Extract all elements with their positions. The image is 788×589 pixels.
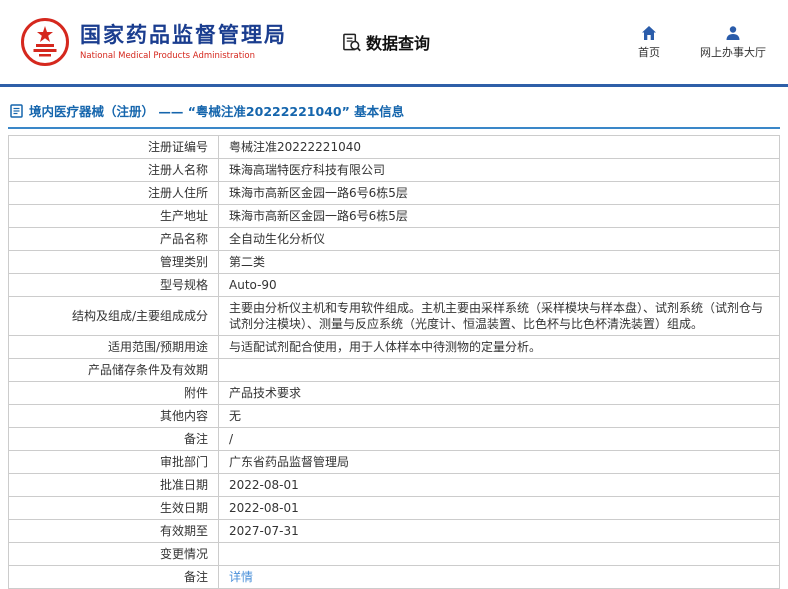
row-value: 全自动生化分析仪 (218, 227, 780, 251)
nav-online-hall[interactable]: 网上办事大厅 (700, 25, 766, 60)
row-value: 2022-08-01 (218, 473, 780, 497)
row-value: 珠海市高新区金园一路6号6栋5层 (218, 181, 780, 205)
person-icon (726, 25, 740, 40)
info-table-body: 注册证编号 粤械注准20222221040 注册人名称 珠海高瑞特医疗科技有限公司 注册… (8, 135, 780, 589)
row-label: 管理类别 (8, 250, 219, 274)
table-row: 批准日期 2022-08-01 (8, 473, 780, 497)
table-row: 适用范围/预期用途 与适配试剂配合使用，用于人体样本中待测物的定量分析。 (8, 335, 780, 359)
table-row: 其他内容无 (8, 404, 780, 428)
table-row: 结构及组成/主要组成成分 主要由分析仪主机和专用软件组成。主机主要由采样系统（采样… (8, 296, 780, 336)
table-row: 产品名称 全自动生化分析仪 (8, 227, 780, 251)
data-query-title: 数据查询 (342, 30, 430, 54)
table-row: 注册人名称 珠海高瑞特医疗科技有限公司 (8, 158, 780, 182)
row-value: 详情 (218, 565, 780, 589)
row-value: 珠海高瑞特医疗科技有限公司 (218, 158, 780, 182)
nav-home[interactable]: 首页 (638, 25, 660, 60)
row-label: 产品储存条件及有效期 (8, 358, 219, 382)
row-value: 产品技术要求 (218, 381, 780, 405)
row-label: 批准日期 (8, 473, 219, 497)
row-value: 主要由分析仪主机和专用软件组成。主机主要由采样系统（采样模块与样本盘）、试剂系统… (218, 296, 780, 336)
row-label: 生产地址 (8, 204, 219, 228)
row-value: 第二类 (218, 250, 780, 274)
row-value (218, 542, 780, 566)
row-value: 广东省药品监督管理局 (218, 450, 780, 474)
row-label: 备注 (8, 565, 219, 589)
row-value (218, 358, 780, 382)
title-underline (8, 127, 780, 129)
registration-info-table: 注册证编号 粤械注准20222221040 注册人名称 珠海高瑞特医疗科技有限公司 注册… (8, 135, 780, 589)
row-label: 附件 (8, 381, 219, 405)
data-query-icon (343, 33, 361, 51)
org-name-cn: 国家药品监督管理局 (80, 23, 287, 48)
table-row: 生效日期 2022-08-01 (8, 496, 780, 520)
page-title: 境内医疗器械（注册） —— “粤械注准20222221040” 基本信息 (29, 104, 405, 119)
home-icon (642, 25, 656, 40)
nav-home-label: 首页 (638, 45, 660, 59)
table-row: 备注 / (8, 427, 780, 451)
data-query-label: 数据查询 (366, 34, 431, 53)
table-row: 管理类别 第二类 (8, 250, 780, 274)
main-content: 境内医疗器械（注册） —— “粤械注准20222221040” 基本信息 注册证… (0, 87, 788, 589)
table-row: 注册人住所 珠海市高新区金园一路6号6栋5层 (8, 181, 780, 205)
row-label: 产品名称 (8, 227, 219, 251)
row-label: 结构及组成/主要组成成分 (8, 296, 219, 336)
row-label: 注册证编号 (8, 135, 219, 159)
table-row: 生产地址 珠海市高新区金园一路6号6栋5层 (8, 204, 780, 228)
document-icon (10, 103, 23, 118)
org-names: 国家药品监督管理局 National Medical Products Admi… (80, 23, 287, 60)
row-value: 2027-07-31 (218, 519, 780, 543)
org-name-en: National Medical Products Administration (80, 50, 255, 61)
row-label: 注册人住所 (8, 181, 219, 205)
nav-online-hall-label: 网上办事大厅 (700, 45, 766, 59)
table-row: 有效期至 2027-07-31 (8, 519, 780, 543)
table-row: 型号规格 Auto-90 (8, 273, 780, 297)
row-label: 适用范围/预期用途 (8, 335, 219, 359)
row-label: 其他内容 (8, 404, 219, 428)
table-row: 审批部门 广东省药品监督管理局 (8, 450, 780, 474)
row-label: 生效日期 (8, 496, 219, 520)
header-nav: 首页 网上办事大厅 (638, 25, 766, 60)
site-header: 国家药品监督管理局 National Medical Products Admi… (0, 0, 788, 84)
details-link[interactable]: 详情 (229, 570, 253, 584)
table-row: 备注 详情 (8, 565, 780, 589)
row-value: Auto-90 (218, 273, 780, 297)
logo-block: 国家药品监督管理局 National Medical Products Admi… (20, 17, 287, 67)
row-value: 珠海市高新区金园一路6号6栋5层 (218, 204, 780, 228)
row-value: 2022-08-01 (218, 496, 780, 520)
row-value: 粤械注准20222221040 (218, 135, 780, 159)
table-row: 附件 产品技术要求 (8, 381, 780, 405)
row-label: 备注 (8, 427, 219, 451)
row-label: 变更情况 (8, 542, 219, 566)
table-row: 产品储存条件及有效期 (8, 358, 780, 382)
row-label: 审批部门 (8, 450, 219, 474)
national-emblem-logo (21, 18, 69, 66)
row-value: / (218, 427, 780, 451)
row-label: 型号规格 (8, 273, 219, 297)
row-value: 无 (218, 404, 780, 428)
table-row: 注册证编号 粤械注准20222221040 (8, 135, 780, 159)
table-row: 变更情况 (8, 542, 780, 566)
row-label: 注册人名称 (8, 158, 219, 182)
row-value: 与适配试剂配合使用，用于人体样本中待测物的定量分析。 (218, 335, 780, 359)
page-title-row: 境内医疗器械（注册） —— “粤械注准20222221040” 基本信息 (8, 93, 780, 127)
row-label: 有效期至 (8, 519, 219, 543)
